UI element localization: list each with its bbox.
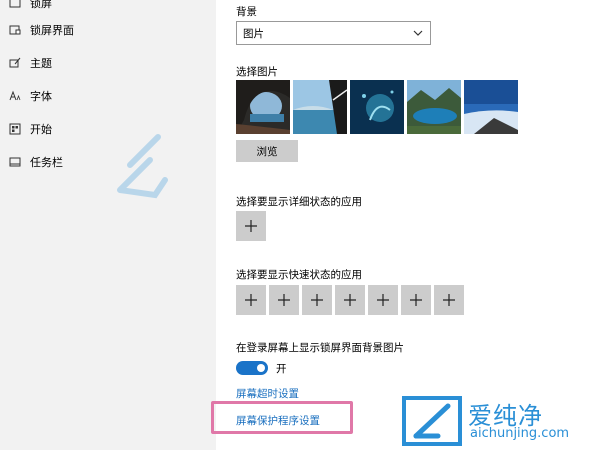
watermark-subtext: aichunjing.com: [470, 426, 570, 441]
sidebar-item-label: 字体: [30, 90, 52, 103]
chevron-down-icon: [412, 27, 424, 39]
plus-icon: [377, 294, 389, 306]
toggle-knob: [257, 364, 265, 372]
add-quick-status-app-button-7[interactable]: [434, 285, 464, 315]
choose-picture-label: 选择图片: [236, 66, 278, 78]
plus-icon: [245, 294, 257, 306]
add-quick-status-app-button-1[interactable]: [236, 285, 266, 315]
font-icon: [8, 89, 22, 103]
add-quick-status-app-button-6[interactable]: [401, 285, 431, 315]
sidebar-item-lockscreen[interactable]: 锁屏界面: [0, 15, 216, 45]
thumbnail-window[interactable]: [293, 80, 347, 134]
watermark-logo-icon: [402, 396, 462, 446]
image-icon: [8, 0, 22, 10]
toggle-state-label: 开: [276, 363, 287, 375]
sidebar-item-theme[interactable]: 主题: [0, 48, 216, 78]
plus-icon: [311, 294, 323, 306]
watermark-logo: 爱纯净 aichunjing.com: [400, 394, 600, 450]
settings-sidebar: 锁屏 锁屏界面 主题 字体 开始 任务栏: [0, 0, 216, 450]
thumbnail-underwater[interactable]: [350, 80, 404, 134]
plus-icon: [410, 294, 422, 306]
start-icon: [8, 122, 22, 136]
add-detailed-status-app-button[interactable]: [236, 211, 266, 241]
plus-icon: [278, 294, 290, 306]
plus-icon: [443, 294, 455, 306]
lockscreen-icon: [8, 23, 22, 37]
background-select[interactable]: 图片: [236, 21, 431, 45]
thumbnail-cave[interactable]: [236, 80, 290, 134]
add-quick-status-app-button-5[interactable]: [368, 285, 398, 315]
theme-icon: [8, 56, 22, 70]
plus-icon: [245, 220, 257, 232]
sidebar-item-label: 任务栏: [30, 156, 63, 169]
sidebar-item-label: 锁屏界面: [30, 24, 74, 37]
sidebar-item-label: 锁屏: [30, 0, 52, 10]
picture-thumbnails: [236, 80, 518, 134]
detailed-status-label: 选择要显示详细状态的应用: [236, 196, 362, 208]
add-quick-status-app-button-4[interactable]: [335, 285, 365, 315]
browse-button[interactable]: 浏览: [236, 140, 298, 162]
add-quick-status-app-button-3[interactable]: [302, 285, 332, 315]
screen-timeout-settings-link[interactable]: 屏幕超时设置: [236, 386, 299, 401]
background-select-value: 图片: [243, 27, 264, 40]
show-background-label: 在登录屏幕上显示锁屏界面背景图片: [236, 342, 404, 354]
sidebar-item-label: 开始: [30, 123, 52, 136]
sidebar-item-label: 主题: [30, 57, 52, 70]
thumbnail-sky[interactable]: [464, 80, 518, 134]
lockscreen-settings-panel: 背景 图片 选择图片 浏览 选择要显示详细状态的应用 选择要显示快速状态的应用 …: [216, 0, 600, 450]
add-quick-status-app-button-2[interactable]: [269, 285, 299, 315]
taskbar-icon: [8, 155, 22, 169]
highlight-annotation: [211, 401, 353, 434]
thumbnail-lake[interactable]: [407, 80, 461, 134]
show-background-toggle[interactable]: [236, 361, 268, 375]
quick-status-label: 选择要显示快速状态的应用: [236, 269, 362, 281]
plus-icon: [344, 294, 356, 306]
background-label: 背景: [236, 6, 257, 18]
